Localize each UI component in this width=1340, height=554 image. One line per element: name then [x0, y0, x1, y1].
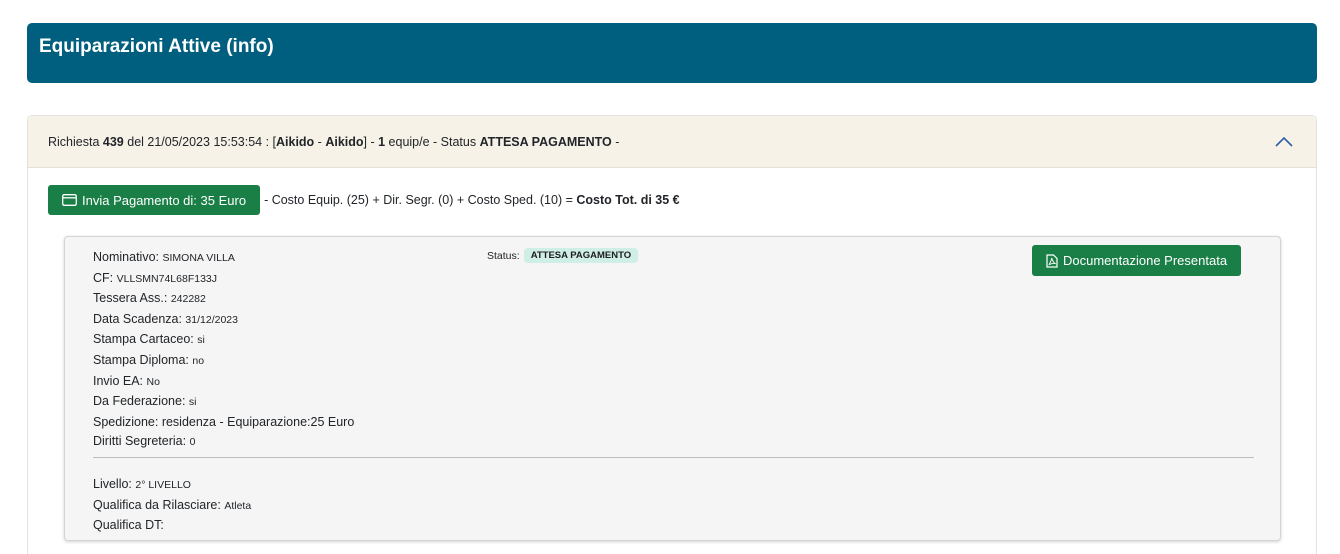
field-value: No	[146, 375, 160, 388]
field-value: 31/12/2023	[185, 313, 238, 326]
field-label: Qualifica DT:	[93, 518, 164, 533]
request-number: 439	[102, 135, 124, 149]
status-label: Status:	[487, 249, 520, 262]
equip-label: equip/e - Status	[388, 135, 480, 149]
field-value: 0	[189, 436, 196, 449]
documentation-button[interactable]: Documentazione Presentata	[1032, 245, 1242, 276]
field-row: Spedizione: residenza - Equiparazione:25…	[93, 413, 354, 433]
chevron-up-icon[interactable]	[1274, 132, 1294, 152]
field-row: Qualifica da Rilasciare: Atleta	[93, 496, 251, 517]
field-label: Nominativo:	[93, 250, 163, 264]
page-header: Equiparazioni Attive (info)	[27, 23, 1317, 83]
request-status: ATTESA PAGAMENTO	[479, 135, 612, 149]
page-title: Equiparazioni Attive (info)	[39, 36, 274, 57]
field-row: Qualifica DT:	[93, 516, 251, 537]
cost-total: Costo Tot. di 35 €	[576, 193, 680, 207]
athlete-detail-panel: Nominativo: SIMONA VILLA CF: VLLSMN74L68…	[64, 236, 1281, 541]
field-label: Stampa Cartaceo:	[93, 332, 198, 347]
field-row: Invio EA: No	[93, 372, 354, 393]
field-value: VLLSMN74L68F133J	[116, 272, 218, 285]
field-value: SIMONA VILLA	[162, 252, 235, 264]
bracket-close: ] -	[363, 135, 379, 149]
field-row: Nominativo: SIMONA VILLA	[93, 248, 354, 269]
field-label: Tessera Ass.:	[93, 291, 171, 306]
field-row: Stampa Diploma: no	[93, 351, 354, 372]
status-group: Status: ATTESA PAGAMENTO	[487, 248, 639, 263]
request-tail: -	[611, 135, 620, 149]
request-summary: Richiesta 439 del 21/05/2023 15:53:54 : …	[48, 135, 619, 149]
equip-count: 1	[378, 135, 386, 149]
field-value: 2° LIVELLO	[135, 479, 191, 491]
field-label: Diritti Segreteria:	[93, 434, 190, 449]
field-row: CF: VLLSMN74L68F133J	[93, 269, 354, 290]
field-row: Stampa Cartaceo: si	[93, 330, 354, 351]
cost-breakdown-text: - Costo Equip. (25) + Dir. Segr. (0) + C…	[264, 193, 577, 207]
athlete-fields: Nominativo: SIMONA VILLA CF: VLLSMN74L68…	[93, 248, 354, 453]
discipline-1: Aikido	[276, 135, 315, 149]
request-prefix: Richiesta	[48, 135, 100, 149]
field-label: Qualifica da Rilasciare:	[93, 497, 225, 512]
field-row: Data Scadenza: 31/12/2023	[93, 310, 354, 331]
field-value: Atleta	[224, 499, 252, 512]
field-value: si	[188, 396, 197, 409]
request-card-header[interactable]: Richiesta 439 del 21/05/2023 15:53:54 : …	[28, 116, 1316, 168]
request-date: del 21/05/2023 15:53:54 : [	[127, 135, 276, 149]
credit-card-icon	[62, 194, 77, 206]
field-row: Livello: 2° LIVELLO	[93, 475, 251, 496]
field-label: Stampa Diploma:	[93, 352, 193, 367]
field-row: Tessera Ass.: 242282	[93, 289, 354, 310]
send-payment-label: Invia Pagamento di: 35 Euro	[82, 192, 247, 208]
payment-row: Invia Pagamento di: 35 Euro - Costo Equi…	[48, 185, 680, 215]
divider	[93, 457, 1254, 458]
send-payment-button[interactable]: Invia Pagamento di: 35 Euro	[48, 185, 261, 215]
field-value: 242282	[170, 293, 206, 306]
qualification-fields: Livello: 2° LIVELLO Qualifica da Rilasci…	[93, 475, 251, 537]
status-badge: ATTESA PAGAMENTO	[523, 248, 639, 263]
cost-breakdown: - Costo Equip. (25) + Dir. Segr. (0) + C…	[264, 193, 680, 207]
field-row: Da Federazione: si	[93, 392, 354, 413]
file-pdf-icon	[1046, 253, 1058, 268]
field-label: CF:	[93, 270, 117, 285]
discipline-separator: -	[314, 135, 326, 149]
field-label: Invio EA:	[93, 373, 147, 388]
field-value: si	[197, 334, 205, 347]
field-label: Livello:	[93, 477, 136, 491]
field-value: no	[192, 354, 205, 367]
field-label: Da Federazione:	[93, 394, 189, 409]
documentation-label: Documentazione Presentata	[1063, 253, 1228, 268]
field-label: Data Scadenza:	[93, 311, 186, 326]
field-row: Diritti Segreteria: 0	[93, 432, 354, 453]
request-card: Richiesta 439 del 21/05/2023 15:53:54 : …	[27, 115, 1317, 554]
field-label: Spedizione:	[93, 414, 162, 429]
discipline-2: Aikido	[325, 135, 364, 149]
field-value: residenza - Equiparazione:25 Euro	[161, 414, 355, 429]
